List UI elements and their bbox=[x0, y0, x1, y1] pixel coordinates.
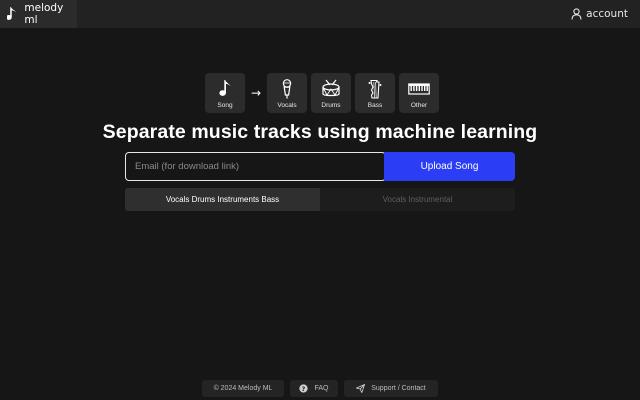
pipeline-song: Song bbox=[205, 73, 245, 113]
brand-home-link[interactable]: melody ml bbox=[0, 0, 77, 28]
pipeline-bass: Bass bbox=[355, 73, 395, 113]
bass-guitar-icon bbox=[368, 79, 382, 99]
footer: © 2024 Melody ML ? FAQ Support / Contact bbox=[0, 380, 640, 397]
faq-label: FAQ bbox=[314, 385, 329, 392]
separation-pipeline: Song → Vocals Drums Bass Other bbox=[205, 73, 439, 113]
support-contact-link[interactable]: Support / Contact bbox=[344, 380, 438, 397]
pipeline-label: Song bbox=[217, 102, 233, 109]
question-circle-icon: ? bbox=[299, 384, 309, 393]
copyright-text: © 2024 Melody ML bbox=[213, 385, 273, 392]
paper-plane-icon bbox=[356, 384, 366, 393]
email-input[interactable] bbox=[125, 152, 386, 181]
pipeline-other: Other bbox=[399, 73, 439, 113]
drum-icon bbox=[322, 79, 340, 97]
music-note-icon bbox=[7, 7, 17, 20]
top-navigation-bar: melody ml account bbox=[0, 0, 640, 28]
separation-mode-toggle: Vocals Drums Instruments Bass Vocals Ins… bbox=[125, 188, 515, 211]
pipeline-drums: Drums bbox=[311, 73, 351, 113]
copyright-notice: © 2024 Melody ML bbox=[202, 380, 284, 397]
support-label: Support / Contact bbox=[371, 385, 426, 392]
pipeline-label: Vocals bbox=[277, 102, 297, 109]
account-link[interactable]: account bbox=[571, 0, 628, 28]
arrow-right-icon: → bbox=[250, 86, 262, 100]
piano-keys-icon bbox=[408, 83, 430, 95]
pipeline-label: Drums bbox=[321, 102, 341, 109]
faq-link[interactable]: ? FAQ bbox=[290, 380, 338, 397]
music-note-icon bbox=[219, 80, 231, 96]
microphone-icon bbox=[282, 79, 292, 99]
page-headline: Separate music tracks using machine lear… bbox=[102, 121, 538, 143]
upload-song-button[interactable]: Upload Song bbox=[384, 152, 515, 181]
account-label: account bbox=[586, 8, 628, 20]
mode-two-stems[interactable]: Vocals Instrumental bbox=[320, 188, 515, 211]
svg-text:?: ? bbox=[302, 386, 306, 393]
brand-name: melody ml bbox=[24, 2, 64, 26]
user-icon bbox=[571, 8, 582, 20]
pipeline-vocals: Vocals bbox=[267, 73, 307, 113]
pipeline-label: Other bbox=[410, 102, 428, 109]
mode-four-stems[interactable]: Vocals Drums Instruments Bass bbox=[125, 188, 320, 211]
pipeline-label: Bass bbox=[367, 102, 383, 109]
